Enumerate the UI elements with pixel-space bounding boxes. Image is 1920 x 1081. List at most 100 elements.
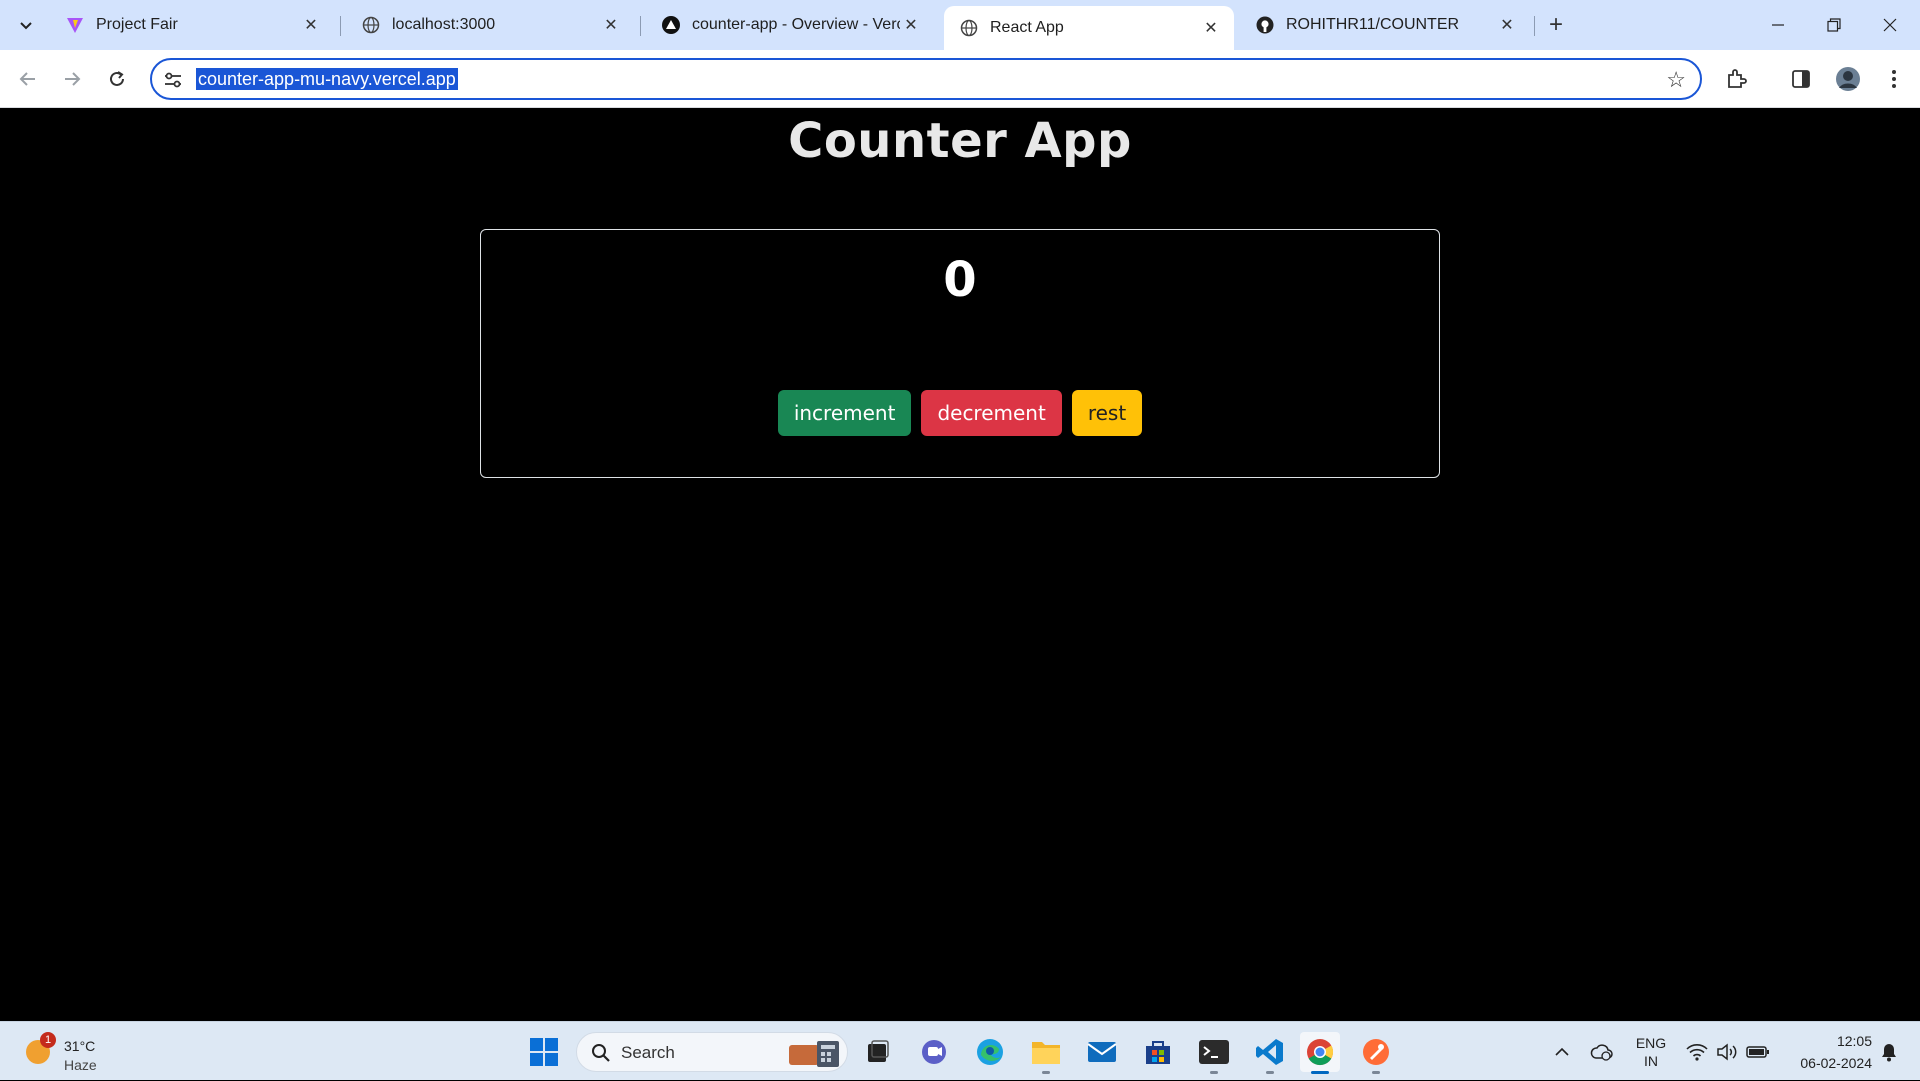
minimize-button[interactable]	[1750, 0, 1806, 50]
vscode-button[interactable]	[1250, 1032, 1290, 1074]
notifications-tray[interactable]	[1876, 1022, 1902, 1081]
chrome-button[interactable]	[1300, 1032, 1340, 1074]
battery-charging-icon	[1746, 1045, 1769, 1058]
temperature: 31°C	[64, 1038, 96, 1054]
menu-icon[interactable]	[1880, 65, 1908, 93]
close-icon[interactable]: ✕	[1200, 17, 1222, 39]
postman-button[interactable]	[1356, 1032, 1396, 1074]
tab-strip: Project Fair ✕ localhost:3000 ✕ counter-…	[0, 0, 1920, 50]
extensions-icon[interactable]	[1722, 65, 1750, 93]
running-indicator	[1210, 1071, 1218, 1074]
start-button[interactable]	[524, 1032, 564, 1072]
new-tab-button[interactable]: +	[1542, 11, 1570, 39]
reload-icon	[110, 71, 124, 86]
address-bar[interactable]: counter-app-mu-navy.vercel.app ☆	[150, 58, 1702, 100]
close-icon[interactable]: ✕	[300, 14, 322, 36]
weather-condition: Haze	[64, 1057, 97, 1073]
tab-title: ROHITHR11/COUNTER	[1286, 16, 1460, 33]
page-viewport: Counter App 0 increment decrement rest	[0, 109, 1920, 1021]
show-hidden-icons[interactable]	[1550, 1022, 1574, 1081]
tab-react-app[interactable]: React App ✕	[944, 6, 1234, 50]
taskbar-search[interactable]: Search	[576, 1032, 848, 1072]
close-icon[interactable]: ✕	[600, 14, 622, 36]
bookmark-star-icon[interactable]: ☆	[1666, 67, 1686, 93]
close-icon[interactable]: ✕	[1496, 14, 1518, 36]
close-window-button[interactable]	[1862, 0, 1918, 50]
github-icon	[1256, 16, 1274, 34]
active-indicator	[1311, 1071, 1329, 1074]
globe-icon	[362, 16, 380, 34]
speaker-icon	[1717, 1042, 1737, 1061]
terminal-icon	[1199, 1040, 1229, 1064]
language-code: ENG	[1635, 1034, 1667, 1051]
tab-title: React App	[990, 19, 1064, 36]
tab-github-counter[interactable]: ROHITHR11/COUNTER ✕	[1240, 6, 1530, 44]
taskbar: 1 31°C Haze Search ENG IN 12:05 06-02-20…	[0, 1021, 1920, 1080]
restore-button[interactable]	[1806, 0, 1862, 50]
tab-project-fair[interactable]: Project Fair ✕	[50, 6, 334, 44]
browser-toolbar: counter-app-mu-navy.vercel.app ☆	[0, 50, 1920, 108]
forward-button[interactable]	[56, 63, 88, 95]
mail-icon	[1087, 1042, 1117, 1062]
running-indicator	[1042, 1071, 1050, 1074]
vscode-icon	[1256, 1039, 1283, 1065]
folder-icon	[1032, 1042, 1060, 1064]
store-icon	[1146, 1041, 1170, 1064]
decrement-button[interactable]: decrement	[921, 390, 1062, 436]
globe-icon	[960, 19, 978, 37]
tab-separator	[640, 16, 641, 36]
reload-button[interactable]	[101, 63, 133, 95]
task-view-button[interactable]	[858, 1032, 898, 1072]
chevron-up-icon	[1555, 1047, 1569, 1056]
volume-tray[interactable]	[1714, 1022, 1740, 1081]
close-icon[interactable]: ✕	[900, 14, 922, 36]
profile-avatar[interactable]	[1834, 65, 1862, 93]
counter-card: 0 increment decrement rest	[480, 229, 1440, 478]
chevron-down-icon	[20, 22, 32, 30]
arrow-right-icon	[65, 72, 81, 86]
system-clock[interactable]: 12:05 06-02-2024	[1780, 1030, 1872, 1074]
mail-button[interactable]	[1082, 1032, 1122, 1072]
side-panel-icon[interactable]	[1787, 65, 1815, 93]
teams-chat-icon	[922, 1040, 946, 1064]
tab-title: localhost:3000	[392, 16, 496, 33]
page-title: Counter App	[788, 113, 1132, 169]
edge-button[interactable]	[970, 1032, 1010, 1072]
weather-widget[interactable]: 1 31°C Haze	[22, 1030, 112, 1074]
windows-icon	[530, 1038, 558, 1066]
battery-tray[interactable]	[1744, 1022, 1772, 1081]
increment-button[interactable]: increment	[777, 390, 912, 436]
restore-icon	[1827, 18, 1841, 32]
reset-button[interactable]: rest	[1071, 390, 1143, 436]
tab-separator	[340, 16, 341, 36]
running-indicator	[1266, 1071, 1274, 1074]
wifi-tray[interactable]	[1684, 1022, 1710, 1081]
terminal-button[interactable]	[1194, 1032, 1234, 1074]
vite-icon	[66, 16, 84, 34]
vercel-icon	[662, 16, 680, 34]
back-button[interactable]	[12, 63, 44, 95]
onedrive-tray[interactable]	[1588, 1022, 1616, 1081]
search-highlight-icon	[789, 1041, 839, 1067]
url-text[interactable]: counter-app-mu-navy.vercel.app	[196, 68, 458, 90]
tab-search-button[interactable]	[12, 11, 40, 39]
clock-time: 12:05	[1836, 1033, 1872, 1049]
close-icon	[1883, 18, 1897, 32]
postman-icon	[1363, 1039, 1389, 1065]
tab-localhost[interactable]: localhost:3000 ✕	[346, 6, 634, 44]
site-settings-icon[interactable]	[162, 69, 184, 91]
language-region: IN	[1644, 1052, 1658, 1069]
store-button[interactable]	[1138, 1032, 1178, 1072]
language-indicator[interactable]: ENG IN	[1628, 1022, 1674, 1081]
arrow-left-icon	[19, 72, 35, 86]
cloud-sync-icon	[1590, 1043, 1613, 1061]
tab-vercel-overview[interactable]: counter-app - Overview - Vercel ✕	[646, 6, 934, 44]
search-icon	[592, 1044, 610, 1062]
button-row: increment decrement rest	[481, 390, 1439, 436]
running-indicator	[1372, 1071, 1380, 1074]
clock-date: 06-02-2024	[1800, 1055, 1872, 1071]
file-explorer-button[interactable]	[1026, 1032, 1066, 1074]
search-label: Search	[621, 1043, 675, 1062]
teams-button[interactable]	[914, 1032, 954, 1072]
tab-separator	[1534, 16, 1535, 36]
